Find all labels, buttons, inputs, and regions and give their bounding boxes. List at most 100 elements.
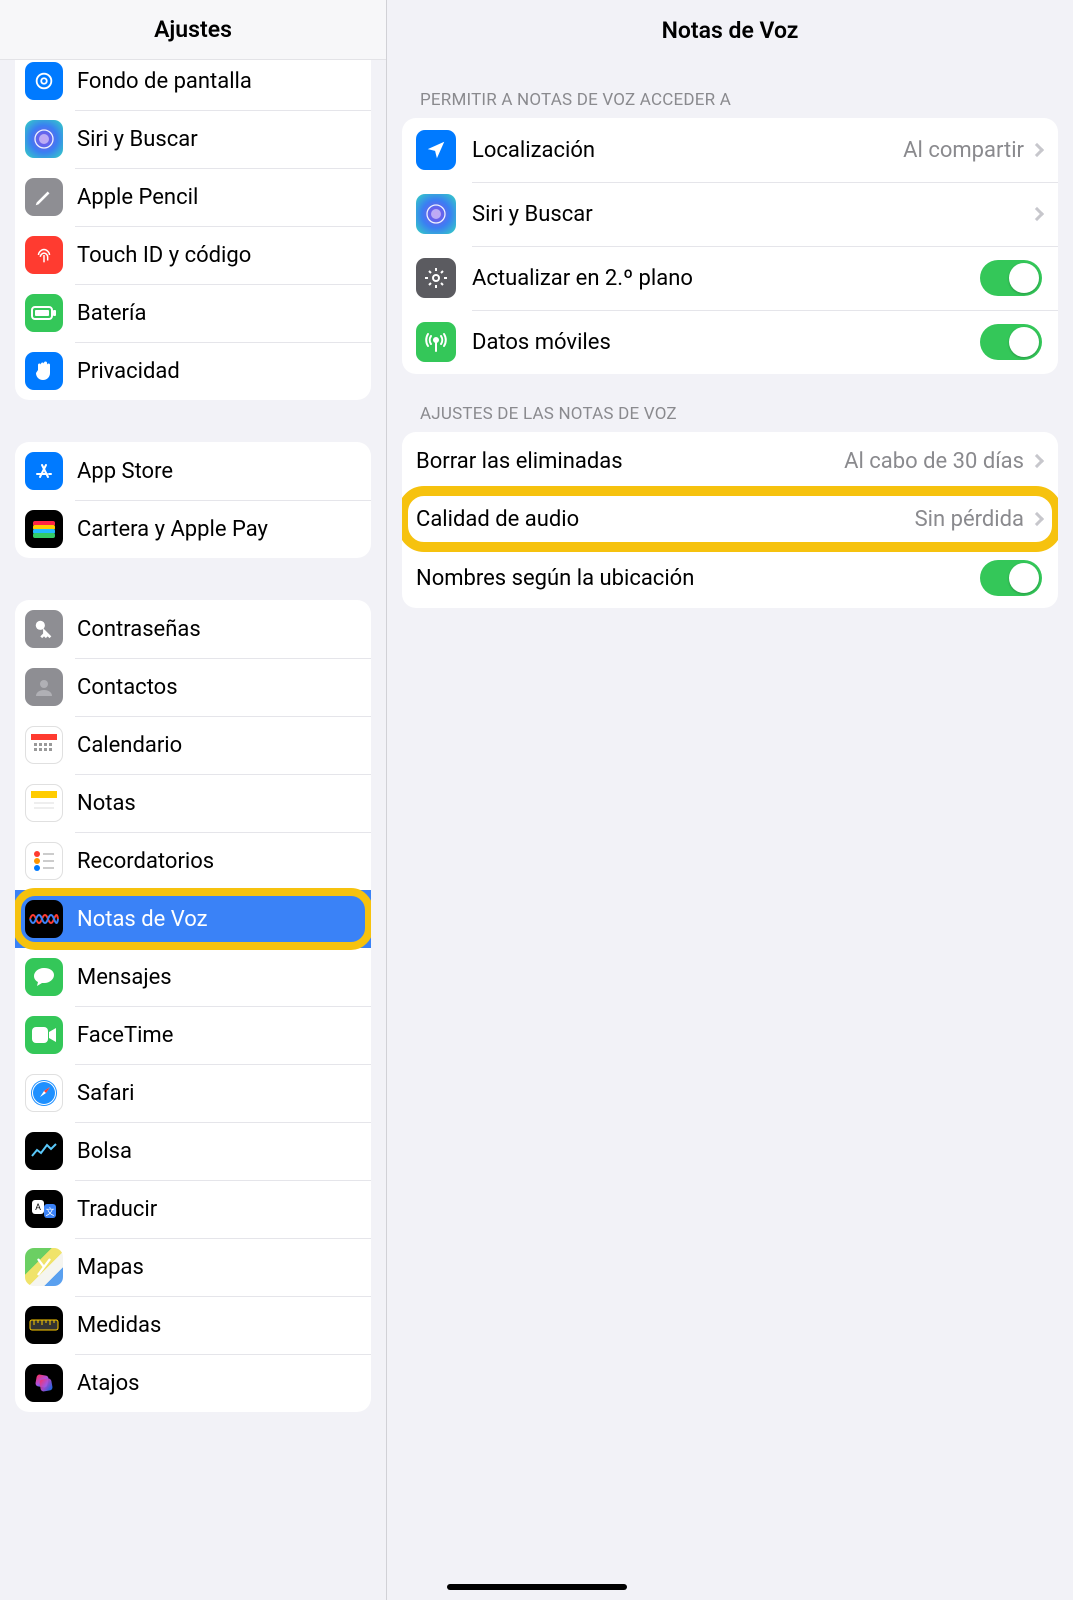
- chevron-right-icon: [1030, 454, 1044, 468]
- section-header-2: AJUSTES DE LAS NOTAS DE VOZ: [402, 374, 1058, 432]
- sidebar-item-privacidad[interactable]: Privacidad: [15, 342, 371, 400]
- sidebar-item-label: Bolsa: [77, 1139, 357, 1164]
- sidebar-item-label: Notas de Voz: [77, 907, 357, 932]
- sidebar-item-medidas[interactable]: Medidas: [15, 1296, 371, 1354]
- sidebar-item-label: Traducir: [77, 1197, 357, 1222]
- fingerprint-icon: [25, 236, 63, 274]
- maps-icon: [25, 1248, 63, 1286]
- contacts-icon: [25, 668, 63, 706]
- setting-label: Datos móviles: [472, 330, 980, 355]
- detail-group-1: LocalizaciónAl compartir Siri y Buscar Act…: [402, 118, 1058, 374]
- reminders-icon: [25, 842, 63, 880]
- sidebar-item-cartera-y-apple-pay[interactable]: Cartera y Apple Pay: [15, 500, 371, 558]
- chevron-right-icon: [1030, 512, 1044, 526]
- siri-icon: [416, 194, 456, 234]
- svg-text:文: 文: [45, 1206, 54, 1218]
- sidebar-item-fondo-de-pantalla[interactable]: Fondo de pantalla: [15, 60, 371, 110]
- voicememos-icon: [25, 900, 63, 938]
- setting-value: Al compartir: [903, 138, 1024, 163]
- sidebar-item-notas[interactable]: Notas: [15, 774, 371, 832]
- sidebar-item-bolsa[interactable]: Bolsa: [15, 1122, 371, 1180]
- safari-icon: [25, 1074, 63, 1112]
- setting-row-nombres-seg-n-la-ubicaci-n[interactable]: Nombres según la ubicación: [402, 548, 1058, 608]
- sidebar-item-label: Notas: [77, 791, 357, 816]
- sidebar-item-label: Safari: [77, 1081, 357, 1106]
- sidebar-item-label: Batería: [77, 301, 357, 326]
- toggle-switch[interactable]: [980, 324, 1042, 360]
- sidebar-item-label: App Store: [77, 459, 357, 484]
- setting-label: Siri y Buscar: [472, 202, 1032, 227]
- sidebar-item-app-store[interactable]: App Store: [15, 442, 371, 500]
- sidebar-item-bater-a[interactable]: Batería: [15, 284, 371, 342]
- sidebar-item-label: Calendario: [77, 733, 357, 758]
- detail-group-2: Borrar las eliminadasAl cabo de 30 díasC…: [402, 432, 1058, 608]
- translate-icon: A文: [25, 1190, 63, 1228]
- settings-sidebar: Ajustes Fondo de pantalla Siri y Buscar Ap…: [0, 0, 387, 1600]
- sidebar-item-label: Medidas: [77, 1313, 357, 1338]
- setting-label: Borrar las eliminadas: [416, 449, 844, 474]
- sidebar-item-contactos[interactable]: Contactos: [15, 658, 371, 716]
- sidebar-item-traducir[interactable]: A文 Traducir: [15, 1180, 371, 1238]
- sidebar-item-touch-id-y-c-digo[interactable]: Touch ID y código: [15, 226, 371, 284]
- sidebar-content: Fondo de pantalla Siri y Buscar Apple Penc…: [0, 60, 386, 1600]
- setting-label: Calidad de audio: [416, 507, 915, 532]
- highlight-marker: Notas de Voz: [15, 890, 371, 948]
- measure-icon: [25, 1306, 63, 1344]
- calendar-icon: [25, 726, 63, 764]
- setting-value: Sin pérdida: [915, 507, 1024, 532]
- sidebar-item-label: FaceTime: [77, 1023, 357, 1048]
- sidebar-item-label: Fondo de pantalla: [77, 69, 357, 94]
- section-header-1: PERMITIR A NOTAS DE VOZ ACCEDER A: [402, 60, 1058, 118]
- sidebar-title: Ajustes: [0, 0, 386, 60]
- setting-label: Localización: [472, 138, 903, 163]
- sidebar-group-3: Contraseñas Contactos Calendario Notas Recor…: [15, 600, 371, 1412]
- sidebar-item-mensajes[interactable]: Mensajes: [15, 948, 371, 1006]
- sidebar-item-label: Recordatorios: [77, 849, 357, 874]
- sidebar-item-label: Apple Pencil: [77, 185, 357, 210]
- highlight-marker: Calidad de audioSin pérdida: [402, 490, 1058, 548]
- sidebar-item-contrase-as[interactable]: Contraseñas: [15, 600, 371, 658]
- sidebar-item-label: Siri y Buscar: [77, 127, 357, 152]
- sidebar-item-mapas[interactable]: Mapas: [15, 1238, 371, 1296]
- hand-icon: [25, 352, 63, 390]
- setting-row-borrar-las-eliminadas[interactable]: Borrar las eliminadasAl cabo de 30 días: [402, 432, 1058, 490]
- sidebar-item-atajos[interactable]: Atajos: [15, 1354, 371, 1412]
- wallet-icon: [25, 510, 63, 548]
- chevron-right-icon: [1030, 143, 1044, 157]
- sidebar-item-apple-pencil[interactable]: Apple Pencil: [15, 168, 371, 226]
- appstore-icon: [25, 452, 63, 490]
- sidebar-item-recordatorios[interactable]: Recordatorios: [15, 832, 371, 890]
- setting-row-datos-m-viles[interactable]: Datos móviles: [402, 310, 1058, 374]
- battery-icon: [25, 294, 63, 332]
- detail-pane: Notas de Voz PERMITIR A NOTAS DE VOZ ACC…: [387, 0, 1073, 1600]
- detail-title: Notas de Voz: [387, 0, 1073, 60]
- setting-row-actualizar-en-2-plano[interactable]: Actualizar en 2.º plano: [402, 246, 1058, 310]
- sidebar-item-label: Atajos: [77, 1371, 357, 1396]
- toggle-switch[interactable]: [980, 560, 1042, 596]
- sidebar-group-2: App Store Cartera y Apple Pay: [15, 442, 371, 558]
- sidebar-item-notas-de-voz[interactable]: Notas de Voz: [15, 890, 371, 948]
- sidebar-item-label: Cartera y Apple Pay: [77, 517, 357, 542]
- antenna-icon: [416, 322, 456, 362]
- sidebar-item-label: Contactos: [77, 675, 357, 700]
- wallpaper-icon: [25, 62, 63, 100]
- setting-label: Actualizar en 2.º plano: [472, 266, 980, 291]
- setting-row-siri-y-buscar[interactable]: Siri y Buscar: [402, 182, 1058, 246]
- setting-row-calidad-de-audio[interactable]: Calidad de audioSin pérdida: [402, 490, 1058, 548]
- setting-row-localizaci-n[interactable]: LocalizaciónAl compartir: [402, 118, 1058, 182]
- sidebar-group-1: Fondo de pantalla Siri y Buscar Apple Penc…: [15, 60, 371, 400]
- chevron-right-icon: [1030, 207, 1044, 221]
- sidebar-item-calendario[interactable]: Calendario: [15, 716, 371, 774]
- sidebar-item-label: Mapas: [77, 1255, 357, 1280]
- pencil-icon: [25, 178, 63, 216]
- sidebar-item-safari[interactable]: Safari: [15, 1064, 371, 1122]
- toggle-switch[interactable]: [980, 260, 1042, 296]
- sidebar-item-siri-y-buscar[interactable]: Siri y Buscar: [15, 110, 371, 168]
- svg-text:A: A: [35, 1203, 41, 1213]
- setting-value: Al cabo de 30 días: [844, 449, 1024, 474]
- gear-icon: [416, 258, 456, 298]
- location-icon: [416, 130, 456, 170]
- sidebar-item-label: Contraseñas: [77, 617, 357, 642]
- sidebar-item-facetime[interactable]: FaceTime: [15, 1006, 371, 1064]
- detail-content: PERMITIR A NOTAS DE VOZ ACCEDER A Locali…: [387, 60, 1073, 1600]
